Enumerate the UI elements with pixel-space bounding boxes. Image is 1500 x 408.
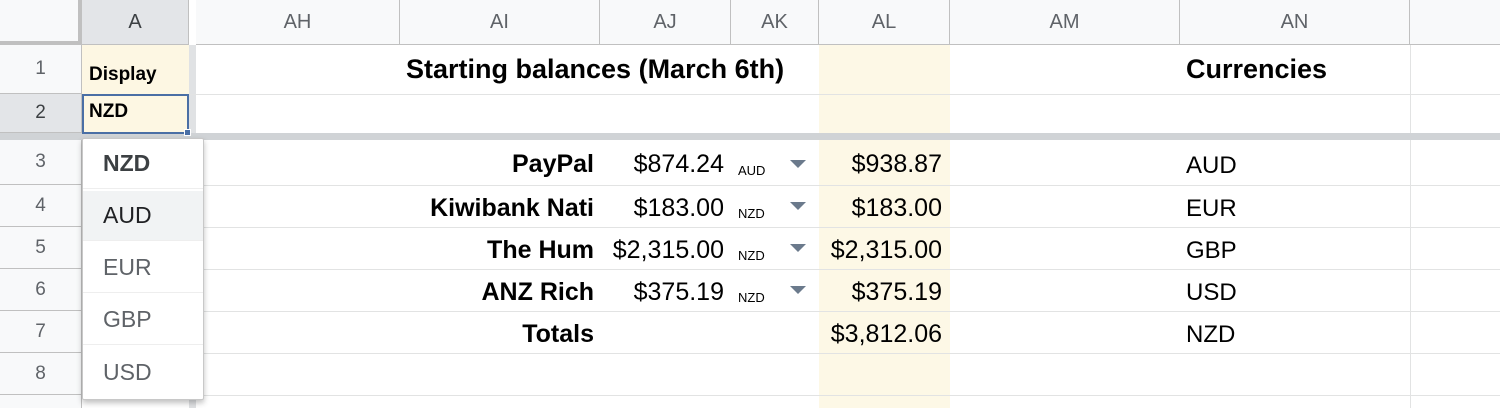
row-header-3[interactable]: 3 — [0, 140, 82, 185]
row-header-1[interactable]: 1 — [0, 45, 82, 94]
column-header-ai[interactable]: AI — [400, 0, 600, 45]
frozen-row-divider[interactable] — [0, 133, 1500, 140]
column-header-label: AM — [1049, 10, 1080, 33]
totals-value[interactable]: $3,812.06 — [819, 320, 942, 349]
account-converted[interactable]: $183.00 — [819, 194, 942, 223]
dropdown-arrow-icon[interactable] — [790, 202, 806, 210]
grid-line — [82, 94, 1500, 95]
currency-dropdown-menu[interactable]: NZD AUD EUR GBP USD — [82, 138, 204, 400]
column-header-a[interactable]: A — [82, 0, 189, 45]
cell-a1[interactable]: Display — [89, 64, 157, 86]
currencies-title[interactable]: Currencies — [1186, 54, 1327, 85]
column-header-label: AL — [871, 10, 897, 33]
row-header-label: 1 — [35, 58, 46, 79]
account-currency[interactable]: NZD — [738, 290, 765, 305]
row-header-8[interactable]: 8 — [0, 353, 82, 395]
account-amount[interactable]: $2,315.00 — [600, 236, 724, 265]
dropdown-option-aud[interactable]: AUD — [83, 191, 203, 241]
column-header-label: A — [128, 10, 142, 33]
column-header-am[interactable]: AM — [950, 0, 1180, 45]
fill-handle[interactable] — [184, 129, 191, 136]
dropdown-option-eur[interactable]: EUR — [83, 243, 203, 293]
row-header-label: 5 — [35, 236, 46, 258]
row-header-2[interactable]: 2 — [0, 94, 82, 133]
column-header-label: AH — [283, 10, 312, 33]
dropdown-arrow-icon[interactable] — [790, 244, 806, 252]
row-header-label: 7 — [35, 320, 46, 342]
row-header-label: 4 — [35, 194, 46, 216]
cell-a2-value: NZD — [89, 101, 129, 122]
account-amount[interactable]: $375.19 — [600, 278, 724, 307]
row-header-label: 6 — [35, 278, 46, 300]
dropdown-option-gbp[interactable]: GBP — [83, 295, 203, 345]
row-header-7[interactable]: 7 — [0, 311, 82, 353]
grid-line — [82, 185, 1500, 186]
account-currency[interactable]: NZD — [738, 248, 765, 263]
row-header-5[interactable]: 5 — [0, 227, 82, 269]
grid-line — [82, 227, 1500, 228]
account-name[interactable]: PayPal — [400, 150, 594, 179]
account-converted[interactable]: $938.87 — [819, 150, 942, 179]
column-header-next[interactable] — [1410, 0, 1500, 45]
dropdown-option-nzd[interactable]: NZD — [83, 139, 203, 189]
row-header-label: 2 — [35, 102, 46, 123]
column-header-label: AK — [761, 10, 788, 33]
account-amount[interactable]: $874.24 — [600, 150, 724, 179]
cell-a2-active[interactable]: NZD — [82, 94, 191, 136]
column-header-label: AJ — [653, 10, 677, 33]
select-all-corner[interactable] — [0, 0, 82, 45]
currency-list-item[interactable]: USD — [1186, 279, 1237, 307]
row-header-4[interactable]: 4 — [0, 185, 82, 227]
sheet-title[interactable]: Starting balances (March 6th) — [406, 54, 784, 85]
grid-line — [82, 395, 1500, 396]
totals-label[interactable]: Totals — [400, 320, 594, 349]
dropdown-arrow-icon[interactable] — [790, 286, 806, 294]
column-header-an[interactable]: AN — [1180, 0, 1410, 45]
column-header-label: AI — [490, 10, 509, 33]
account-currency[interactable]: NZD — [738, 206, 765, 221]
account-converted[interactable]: $2,315.00 — [819, 236, 942, 265]
currency-list-item[interactable]: GBP — [1186, 237, 1237, 265]
account-name[interactable]: The Hum — [400, 236, 594, 265]
grid-line — [82, 311, 1500, 312]
column-header-aj[interactable]: AJ — [600, 0, 731, 45]
account-name[interactable]: Kiwibank Nati — [400, 194, 594, 223]
currency-list-item[interactable]: NZD — [1186, 321, 1235, 349]
account-converted[interactable]: $375.19 — [819, 278, 942, 307]
grid-line — [82, 269, 1500, 270]
column-header-label: AN — [1280, 10, 1309, 33]
currency-list-item[interactable]: EUR — [1186, 195, 1237, 223]
dropdown-arrow-icon[interactable] — [790, 160, 806, 168]
account-currency[interactable]: AUD — [738, 163, 765, 178]
column-header-al[interactable]: AL — [819, 0, 950, 45]
dropdown-option-usd[interactable]: USD — [83, 347, 203, 397]
row-header-label: 3 — [35, 151, 46, 172]
account-name[interactable]: ANZ Rich — [400, 278, 595, 307]
grid-line — [1410, 45, 1411, 408]
currency-list-item[interactable]: AUD — [1186, 152, 1237, 180]
row-header-6[interactable]: 6 — [0, 269, 82, 311]
column-header-ak[interactable]: AK — [731, 0, 819, 45]
row-header-label: 8 — [35, 362, 46, 384]
account-amount[interactable]: $183.00 — [600, 194, 724, 223]
row-header-9[interactable] — [0, 395, 82, 408]
grid-line — [82, 353, 1500, 354]
column-header-ah[interactable]: AH — [196, 0, 400, 45]
